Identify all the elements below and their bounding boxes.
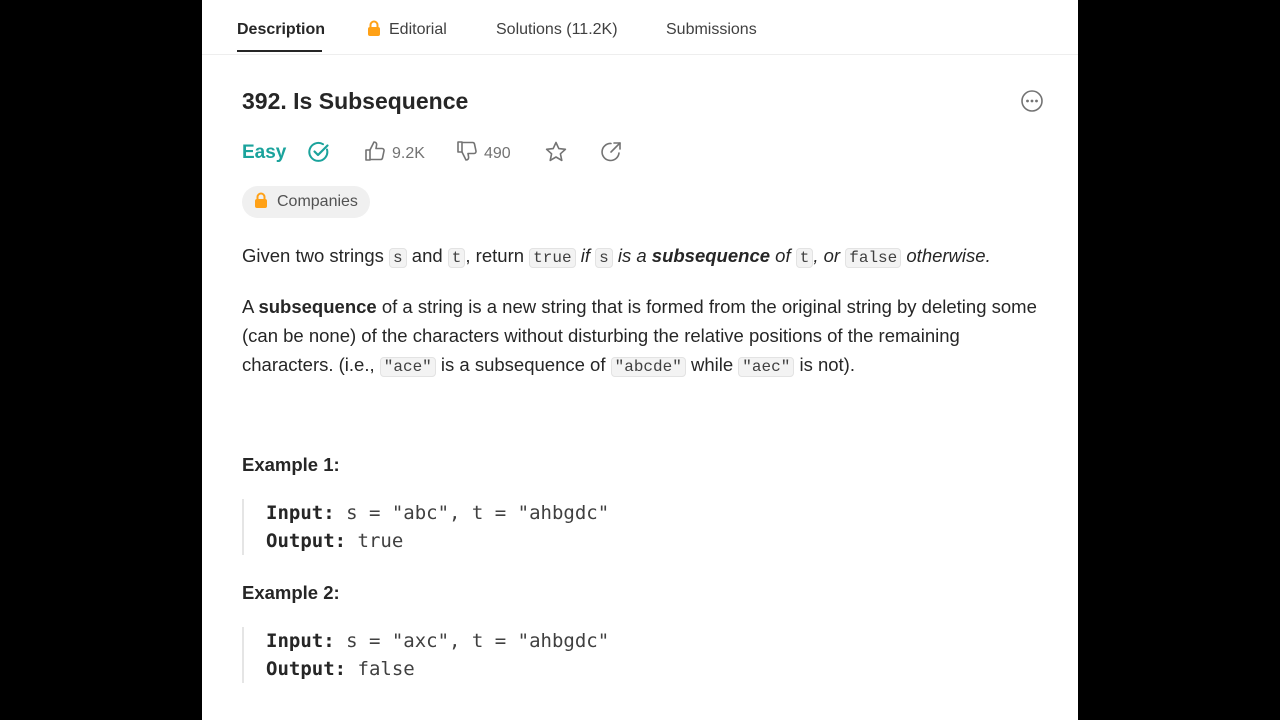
code-s: s <box>595 248 613 268</box>
dislike-button[interactable]: 490 <box>456 140 511 167</box>
description-paragraph-1: Given two strings s and t, return true i… <box>242 245 991 268</box>
problem-panel: Description Editorial Solutions (11.2K) … <box>202 0 1078 720</box>
example-2-input: Input: s = "axc", t = "ahbgdc" <box>266 630 610 652</box>
more-options-button[interactable] <box>1020 89 1044 113</box>
example-1-block: Input: s = "abc", t = "ahbgdc" Output: t… <box>242 499 1046 555</box>
tab-description-label: Description <box>237 21 326 38</box>
star-icon[interactable] <box>544 140 568 169</box>
example-2-title: Example 2: <box>242 582 340 603</box>
code-ace: "ace" <box>379 357 436 377</box>
example-2-block: Input: s = "axc", t = "ahbgdc" Output: f… <box>242 627 1046 683</box>
like-count: 9.2K <box>392 144 425 162</box>
tab-solutions-label: Solutions (11.2K) <box>496 21 618 38</box>
companies-label: Companies <box>277 193 358 210</box>
example-1-output: Output: true <box>266 530 404 552</box>
lock-icon <box>367 20 381 41</box>
code-t: t <box>447 248 466 268</box>
code-s: s <box>389 248 407 268</box>
example-1-input: Input: s = "abc", t = "ahbgdc" <box>266 502 610 524</box>
bold-subsequence: subsequence <box>651 245 771 266</box>
problem-meta-row: Easy 9.2K 490 <box>242 138 942 168</box>
tab-solutions[interactable]: Solutions (11.2K) <box>496 20 618 40</box>
tab-submissions-label: Submissions <box>666 21 757 38</box>
code-t: t <box>795 248 814 268</box>
code-false: false <box>845 248 902 268</box>
dislike-count: 490 <box>484 144 511 162</box>
companies-tag[interactable]: Companies <box>242 186 370 218</box>
thumbs-down-icon <box>456 140 478 167</box>
solved-check-icon <box>308 141 330 168</box>
tab-bar: Description Editorial Solutions (11.2K) … <box>202 0 1078 55</box>
like-button[interactable]: 9.2K <box>364 140 425 167</box>
description-paragraph-2: A subsequence of a string is a new strin… <box>242 296 1037 377</box>
more-icon <box>1020 90 1044 117</box>
problem-title: 392. Is Subsequence <box>242 88 469 114</box>
share-icon[interactable] <box>599 140 623 169</box>
difficulty-badge: Easy <box>242 142 287 163</box>
example-1-title: Example 1: <box>242 454 340 475</box>
active-tab-indicator <box>237 50 322 52</box>
tab-editorial[interactable]: Editorial <box>367 20 447 40</box>
example-2-output: Output: false <box>266 658 415 680</box>
code-abcde: "abcde" <box>610 357 686 377</box>
tab-submissions[interactable]: Submissions <box>666 20 757 40</box>
code-aec: "aec" <box>738 357 795 377</box>
tab-description[interactable]: Description <box>237 20 325 40</box>
tab-editorial-label: Editorial <box>389 21 447 38</box>
code-true: true <box>529 248 576 268</box>
thumbs-up-icon <box>364 140 386 167</box>
lock-icon <box>254 192 268 213</box>
bold-subsequence: subsequence <box>258 296 377 317</box>
